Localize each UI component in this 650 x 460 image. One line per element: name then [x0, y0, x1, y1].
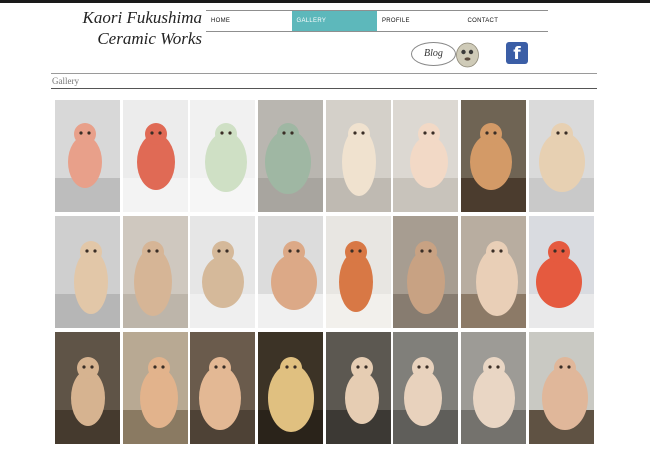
divider-top	[51, 73, 597, 74]
gallery-thumbnail[interactable]	[258, 100, 324, 212]
thumbnail-image	[190, 100, 256, 212]
gallery-thumbnail[interactable]	[122, 332, 188, 444]
gallery-thumbnail[interactable]	[55, 216, 120, 328]
thumbnail-image	[190, 216, 256, 328]
page-title: Gallery	[52, 76, 79, 86]
thumbnail-image	[393, 332, 459, 444]
gallery-thumbnail[interactable]	[55, 332, 120, 444]
gallery-thumbnail[interactable]	[258, 332, 324, 444]
gallery-thumbnail[interactable]	[325, 100, 391, 212]
thumbnail-image	[190, 332, 256, 444]
gallery-thumbnail[interactable]	[55, 100, 120, 212]
gallery-thumbnail[interactable]	[393, 332, 459, 444]
thumbnail-image	[258, 100, 324, 212]
thumbnail-image	[325, 216, 391, 328]
gallery-thumbnail[interactable]	[461, 100, 527, 212]
thumbnail-image	[461, 216, 527, 328]
main-nav: HOME GALLERY PROFILE CONTACT	[206, 10, 548, 32]
site-title[interactable]: Kaori Fukushima Ceramic Works	[62, 7, 202, 49]
gallery-thumbnail[interactable]	[190, 100, 256, 212]
gallery-thumbnail[interactable]	[325, 216, 391, 328]
thumbnail-image	[461, 332, 527, 444]
thumbnail-image	[122, 332, 188, 444]
gallery-thumbnail[interactable]	[461, 332, 527, 444]
thumbnail-image	[393, 216, 459, 328]
nav-item-home[interactable]: HOME	[206, 11, 292, 31]
thumbnail-image	[325, 332, 391, 444]
blog-link[interactable]: Blog	[411, 39, 483, 69]
gallery-thumbnail[interactable]	[528, 332, 594, 444]
thumbnail-image	[55, 332, 120, 444]
gallery-thumbnail[interactable]	[393, 100, 459, 212]
thumbnail-image	[528, 332, 594, 444]
gallery-thumbnail[interactable]	[325, 332, 391, 444]
gallery-thumbnail[interactable]	[258, 216, 324, 328]
gallery-thumbnail[interactable]	[122, 100, 188, 212]
divider-bottom	[51, 88, 597, 89]
nav-item-profile[interactable]: PROFILE	[377, 11, 463, 31]
thumbnail-image	[461, 100, 527, 212]
thumbnail-image	[122, 216, 188, 328]
thumbnail-image	[122, 100, 188, 212]
gallery-grid	[55, 100, 594, 444]
thumbnail-image	[325, 100, 391, 212]
site-title-line1: Kaori Fukushima	[82, 8, 202, 27]
gallery-thumbnail[interactable]	[122, 216, 188, 328]
thumbnail-image	[55, 216, 120, 328]
gallery-thumbnail[interactable]	[393, 216, 459, 328]
thumbnail-image	[258, 216, 324, 328]
gallery-thumbnail[interactable]	[528, 100, 594, 212]
thumbnail-image	[528, 100, 594, 212]
nav-item-contact[interactable]: CONTACT	[463, 11, 549, 31]
thumbnail-image	[528, 216, 594, 328]
gallery-thumbnail[interactable]	[528, 216, 594, 328]
site-title-line2: Ceramic Works	[97, 29, 202, 48]
gallery-thumbnail[interactable]	[190, 332, 256, 444]
facebook-icon[interactable]: f	[506, 42, 528, 64]
blog-label: Blog	[424, 48, 443, 59]
blog-speech-bubble: Blog	[411, 42, 456, 66]
top-bar	[0, 0, 650, 3]
thumbnail-image	[55, 100, 120, 212]
blog-mascot-icon	[456, 42, 479, 68]
thumbnail-image	[258, 332, 324, 444]
thumbnail-image	[393, 100, 459, 212]
gallery-thumbnail[interactable]	[461, 216, 527, 328]
nav-item-gallery[interactable]: GALLERY	[291, 11, 377, 31]
gallery-thumbnail[interactable]	[190, 216, 256, 328]
